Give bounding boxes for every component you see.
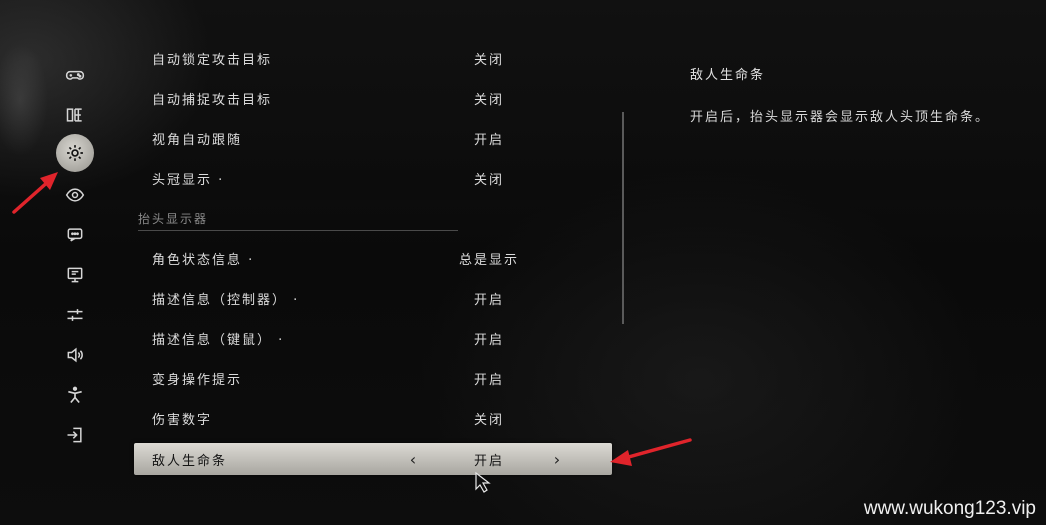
- section-title-hud: 抬头显示器: [138, 210, 458, 231]
- mouse-cursor-icon: [475, 471, 491, 493]
- sidebar-item-exit[interactable]: [56, 416, 94, 454]
- setting-label: 自动锁定攻击目标: [152, 52, 273, 68]
- setting-value: 关闭: [473, 412, 504, 428]
- setting-label: 头冠显示 ·: [152, 172, 225, 188]
- chat-icon: [67, 228, 83, 242]
- setting-row-auto-lock-target[interactable]: 自动锁定攻击目标 关闭: [138, 38, 614, 78]
- watermark-text: www.wukong123.vip: [863, 498, 1036, 519]
- setting-value: 开启: [473, 332, 504, 348]
- setting-row-character-status[interactable]: 角色状态信息 · 总是显示: [138, 238, 614, 278]
- speaker-icon: [67, 347, 83, 363]
- setting-value: 关闭: [473, 92, 504, 108]
- setting-label: 视角自动跟随: [152, 132, 243, 148]
- setting-row-description-controller[interactable]: 描述信息（控制器） · 开启: [138, 278, 614, 318]
- sidebar-item-chat[interactable]: [56, 216, 94, 254]
- sliders-icon: [67, 309, 83, 321]
- info-panel-description: 开启后，抬头显示器会显示敌人头顶生命条。: [690, 110, 991, 125]
- setting-label: 自动捕捉攻击目标: [152, 92, 273, 108]
- sidebar-item-screen[interactable]: [56, 256, 94, 294]
- setting-value: 关闭: [473, 172, 504, 188]
- sidebar-item-display[interactable]: [56, 176, 94, 214]
- setting-row-damage-numbers[interactable]: 伤害数字 关闭: [138, 398, 614, 438]
- skill-tree-icon: [66, 108, 82, 122]
- setting-value: 开启: [473, 292, 504, 308]
- previous-option-button[interactable]: ‹: [404, 443, 424, 475]
- setting-value: 开启: [473, 372, 504, 388]
- setting-label: 变身操作提示: [152, 372, 243, 388]
- sidebar-item-skills[interactable]: [56, 96, 94, 134]
- setting-row-description-keyboard-mouse[interactable]: 描述信息（键鼠） · 开启: [138, 318, 614, 358]
- gear-icon: [67, 145, 83, 161]
- setting-label: 角色状态信息 ·: [152, 252, 255, 268]
- setting-row-enemy-health-bar[interactable]: 敌人生命条 ‹ 开启 ›: [134, 443, 612, 475]
- sidebar-item-adjustments[interactable]: [56, 296, 94, 334]
- settings-screen: 自动锁定攻击目标 关闭 自动捕捉攻击目标 关闭 视角自动跟随 开启 头冠显示 ·…: [0, 0, 1046, 525]
- red-arrow-to-enemy-health-bar: [610, 438, 692, 466]
- setting-value: 关闭: [473, 52, 504, 68]
- sidebar-item-audio[interactable]: [56, 336, 94, 374]
- sidebar-item-accessibility[interactable]: [56, 376, 94, 414]
- setting-row-headgear-display[interactable]: 头冠显示 · 关闭: [138, 158, 614, 198]
- eye-icon: [65, 188, 85, 202]
- gamepad-icon: [65, 70, 85, 80]
- setting-value: 开启: [473, 453, 504, 469]
- setting-row-camera-auto-follow[interactable]: 视角自动跟随 开启: [138, 118, 614, 158]
- setting-row-auto-capture-target[interactable]: 自动捕捉攻击目标 关闭: [138, 78, 614, 118]
- monitor-icon: [67, 267, 83, 283]
- setting-label: 敌人生命条: [152, 453, 228, 469]
- exit-icon: [67, 427, 82, 443]
- setting-row-transform-hint[interactable]: 变身操作提示 开启: [138, 358, 614, 398]
- setting-label: 伤害数字: [152, 412, 213, 428]
- setting-label: 描述信息（键鼠） ·: [152, 332, 285, 348]
- setting-label: 描述信息（控制器） ·: [152, 292, 300, 308]
- list-scrollbar[interactable]: [622, 112, 624, 324]
- next-option-button[interactable]: ›: [548, 443, 568, 475]
- info-panel-title: 敌人生命条: [690, 68, 766, 83]
- sidebar-item-general[interactable]: [56, 134, 94, 172]
- setting-value: 总是显示: [458, 252, 519, 268]
- accessibility-icon: [68, 386, 82, 404]
- setting-value: 开启: [473, 132, 504, 148]
- sidebar-item-controls[interactable]: [56, 56, 94, 94]
